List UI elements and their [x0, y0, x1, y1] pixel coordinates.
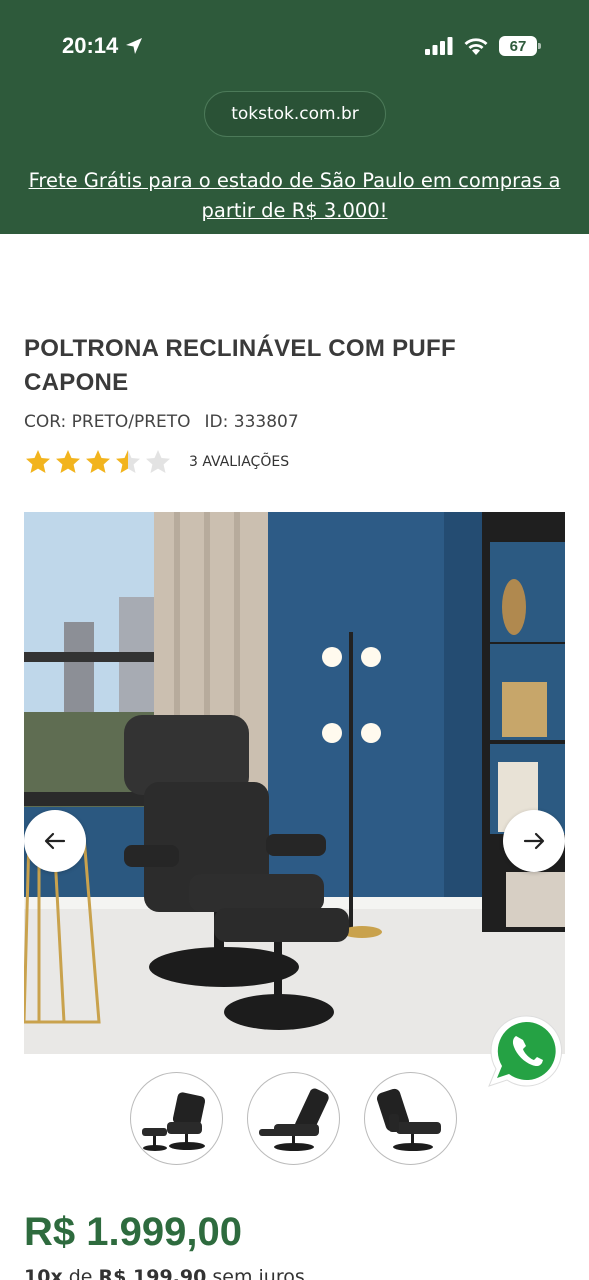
star-icon	[26, 450, 50, 473]
product-image-gallery[interactable]	[24, 512, 565, 1054]
address-bar-url: tokstok.com.br	[231, 104, 359, 124]
top-header: 20:14 67 tokstok.com.br Frete Grátis par…	[0, 0, 589, 234]
review-count[interactable]: 3 AVALIAÇÕES	[189, 454, 289, 470]
product-color: COR: PRETO/PRETO	[24, 412, 191, 432]
whatsapp-icon	[488, 1015, 563, 1087]
installments-count: 10x	[24, 1266, 63, 1280]
cellular-signal-icon	[425, 37, 453, 55]
wifi-icon	[464, 37, 488, 55]
star-icon	[56, 450, 80, 473]
product-title: POLTRONA RECLINÁVEL COM PUFF CAPONE	[24, 335, 456, 396]
status-time-text: 20:14	[62, 33, 119, 58]
thumbnail-1[interactable]	[130, 1072, 223, 1165]
battery-indicator: 67	[499, 36, 541, 56]
rating-stars	[24, 448, 172, 476]
arrow-left-icon	[44, 832, 66, 850]
thumbnail-2[interactable]	[247, 1072, 340, 1165]
product-main-image	[24, 512, 565, 1054]
location-arrow-icon	[126, 38, 143, 54]
thumbnail-strip	[130, 1072, 457, 1165]
installments-value: R$ 199,90	[98, 1266, 207, 1280]
status-icons: 67	[425, 36, 541, 56]
product-id: ID: 333807	[204, 412, 299, 432]
installments-suffix: sem juros	[212, 1266, 305, 1280]
address-bar[interactable]: tokstok.com.br	[204, 91, 386, 137]
gallery-prev-button[interactable]	[24, 810, 86, 872]
gallery-next-button[interactable]	[503, 810, 565, 872]
product-meta: COR: PRETO/PRETO ID: 333807	[24, 412, 299, 432]
product-rating[interactable]: 3 AVALIAÇÕES	[24, 448, 289, 476]
thumbnail-image	[258, 1087, 329, 1151]
thumbnail-image	[141, 1091, 205, 1151]
star-icon	[146, 450, 170, 473]
star-icon	[86, 450, 110, 473]
arrow-right-icon	[523, 832, 545, 850]
thumbnail-image	[376, 1088, 441, 1151]
installments-of: de	[68, 1266, 93, 1280]
free-shipping-banner[interactable]: Frete Grátis para o estado de São Paulo …	[0, 166, 589, 226]
thumbnail-3[interactable]	[364, 1072, 457, 1165]
status-time: 20:14	[62, 33, 144, 59]
installments-info: 10x de R$ 199,90 sem juros	[24, 1266, 305, 1280]
whatsapp-button[interactable]	[487, 1012, 565, 1090]
product-price: R$ 1.999,00	[24, 1210, 242, 1254]
star-icon	[116, 450, 140, 473]
